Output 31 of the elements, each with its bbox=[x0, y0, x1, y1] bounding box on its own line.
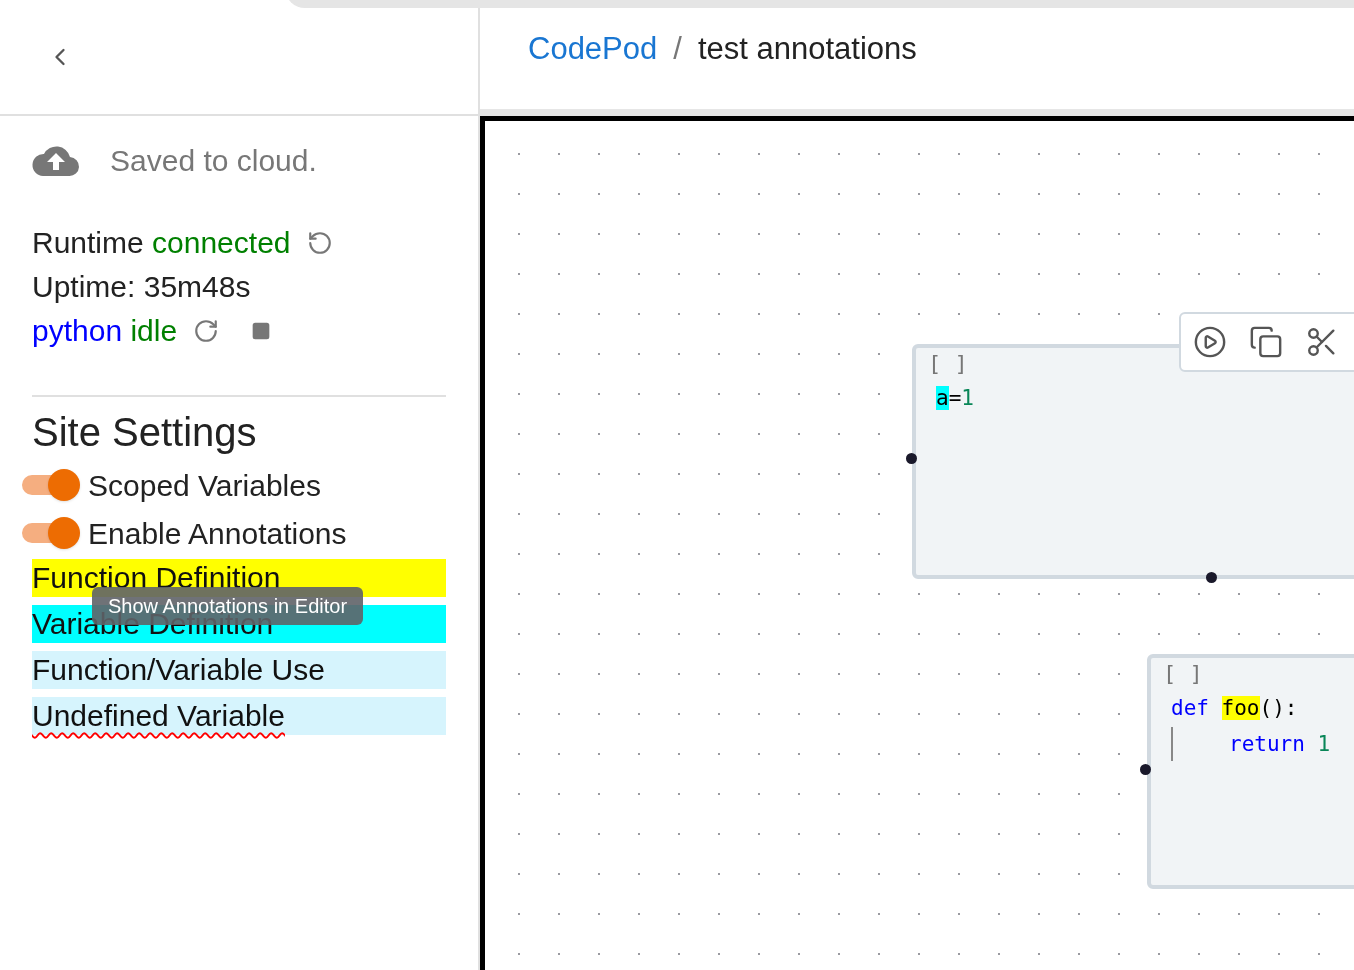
home-link[interactable]: CodePod bbox=[528, 26, 658, 73]
stop-button[interactable] bbox=[251, 321, 272, 341]
code-line: def foo(): bbox=[1171, 695, 1298, 722]
connection-handle[interactable] bbox=[1206, 572, 1217, 583]
canvas[interactable]: [ ] a=1 [ ] def foo(): return 1 bbox=[480, 116, 1354, 970]
toggle-label: Scoped Variables bbox=[88, 467, 321, 504]
connection-handle[interactable] bbox=[1140, 764, 1151, 775]
code-cell[interactable]: [ ] a=1 bbox=[912, 344, 1354, 579]
legend-item: Function/Variable Use bbox=[32, 651, 446, 689]
code-line: a=1 bbox=[936, 385, 974, 412]
toggle-switch[interactable] bbox=[22, 516, 80, 550]
kernel-status: python idle bbox=[32, 313, 178, 349]
execution-prompt: [ ] bbox=[1163, 662, 1204, 686]
save-status: Saved to cloud. bbox=[110, 143, 317, 179]
page-title: test annotations bbox=[697, 30, 917, 69]
code-cell[interactable]: [ ] def foo(): return 1 bbox=[1147, 654, 1354, 889]
connection-handle[interactable] bbox=[906, 453, 917, 464]
legend-item: Undefined Variable bbox=[32, 697, 446, 735]
run-button[interactable] bbox=[1193, 325, 1227, 359]
copy-button[interactable] bbox=[1249, 325, 1283, 359]
settings-title: Site Settings bbox=[32, 409, 258, 456]
uptime: Uptime: 35m48s bbox=[32, 269, 252, 305]
toggle-label: Enable Annotations bbox=[88, 515, 347, 552]
cloud-upload-icon bbox=[32, 144, 80, 177]
restart-button[interactable] bbox=[193, 318, 220, 344]
code-line: return 1 bbox=[1229, 731, 1331, 758]
runtime-status: Runtime connected bbox=[32, 225, 291, 261]
reconnect-button[interactable] bbox=[306, 230, 333, 256]
execution-prompt: [ ] bbox=[928, 352, 969, 376]
toggle-switch[interactable] bbox=[22, 468, 80, 502]
breadcrumb-separator: / bbox=[673, 30, 682, 69]
